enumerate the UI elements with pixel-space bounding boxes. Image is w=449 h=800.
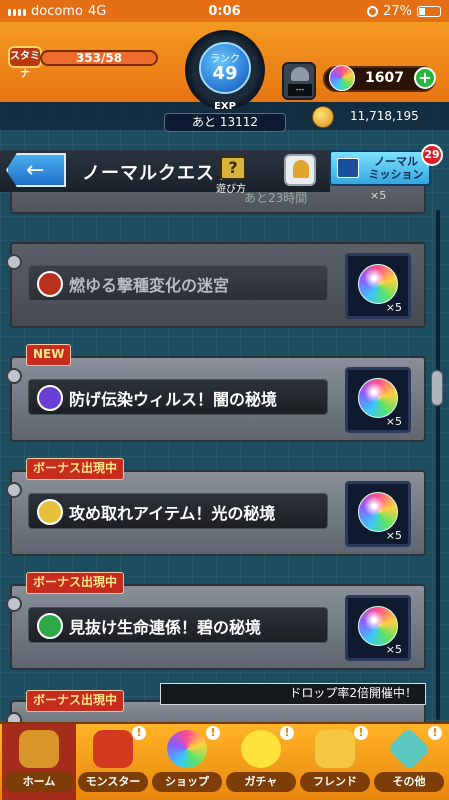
reward-box: ×5 <box>345 481 411 547</box>
shop-screen: --- <box>288 84 312 96</box>
faded-reward-count: ×5 <box>370 189 387 202</box>
bonus-tag: ボーナス出現中 <box>26 690 125 712</box>
stamina-icon: スタミナ <box>8 46 42 80</box>
help-button[interactable]: ? <box>220 156 246 180</box>
orb-icon <box>358 378 398 418</box>
help-label: 遊び方 <box>216 184 246 195</box>
mission-book-icon <box>337 158 359 178</box>
quest-card[interactable]: 見抜け生命連係！碧の秘境 ×5 <box>6 584 426 670</box>
card-dot <box>6 596 22 612</box>
light-element-icon <box>37 499 63 525</box>
monster-icon <box>93 730 133 768</box>
bottom-tab-bar: ホーム ! モンスター ! ショップ ! ガチャ ! フレンド ! その他 <box>0 722 449 800</box>
battery-percent: 27% <box>383 3 412 19</box>
reward-box: ×5 <box>345 253 411 319</box>
orb-icon <box>167 730 207 768</box>
buy-orb-button[interactable]: + <box>414 67 436 89</box>
card-dot <box>6 368 22 384</box>
quest-card[interactable]: 防げ伝染ウィルス！闇の秘境 ×5 <box>6 356 426 442</box>
mission-label: ノーマル ミッション <box>368 155 424 181</box>
quest-card[interactable]: 攻め取れアイテム！光の秘境 ×5 <box>6 470 426 556</box>
alert-badge: ! <box>354 726 368 740</box>
scrollbar-thumb[interactable] <box>431 370 443 406</box>
tab-other[interactable]: ! その他 <box>372 724 446 800</box>
new-tag: NEW <box>26 344 72 366</box>
quest-label: 攻め取れアイテム！光の秘境 <box>28 493 328 529</box>
tab-label: ガチャ <box>226 772 296 792</box>
card-dot <box>6 482 22 498</box>
scrollbar-track <box>436 210 440 720</box>
bell-icon <box>293 160 309 178</box>
tab-gacha[interactable]: ! ガチャ <box>224 724 298 800</box>
tab-monster[interactable]: ! モンスター <box>76 724 150 800</box>
fire-element-icon <box>37 271 63 297</box>
bonus-tag: ボーナス出現中 <box>26 572 125 594</box>
drop-rate-banner: ドロップ率2倍開催中！ <box>160 683 426 705</box>
exp-label: EXP <box>214 101 236 112</box>
home-icon <box>19 730 59 768</box>
tab-home[interactable]: ホーム <box>2 724 76 800</box>
alert-badge: ! <box>132 726 146 740</box>
reward-box: ×5 <box>345 367 411 433</box>
quest-label: 見抜け生命連係！碧の秘境 <box>28 607 328 643</box>
tab-label: その他 <box>374 772 444 792</box>
alert-badge: ! <box>280 726 294 740</box>
orb-icon <box>358 264 398 304</box>
gold-amount: 11,718,195 <box>350 109 419 123</box>
orb-count: 1607 <box>365 70 404 86</box>
alarm-icon <box>367 5 379 17</box>
friend-icon <box>315 730 355 768</box>
alert-badge: ! <box>206 726 220 740</box>
wood-element-icon <box>37 613 63 639</box>
status-bar: docomo 4G 0:06 27% <box>0 0 449 22</box>
orb-icon <box>358 492 398 532</box>
quest-title: 攻め取れアイテム！光の秘境 <box>69 504 276 523</box>
quest-title: 防げ伝染ウィルス！闇の秘境 <box>69 390 278 409</box>
reward-box: ×5 <box>345 595 411 661</box>
tab-label: フレンド <box>300 772 370 792</box>
battery-icon <box>417 5 441 17</box>
card-dot <box>6 254 22 270</box>
gacha-icon <box>241 730 281 768</box>
back-button[interactable]: ← <box>6 153 66 187</box>
mission-count-badge: 29 <box>421 144 443 166</box>
stamina-bar[interactable]: 353/58 <box>40 50 158 66</box>
bonus-tag: ボーナス出現中 <box>26 458 125 480</box>
dark-element-icon <box>37 385 63 411</box>
alert-badge: ! <box>428 726 442 740</box>
rank-badge[interactable]: ランク 49 <box>185 30 265 110</box>
orb-icon <box>329 65 355 91</box>
quest-label: 燃ゆる撃種変化の迷宮 <box>28 265 328 301</box>
tab-shop[interactable]: ! ショップ <box>150 724 224 800</box>
orb-icon <box>358 606 398 646</box>
tab-label: ショップ <box>152 772 222 792</box>
reward-count: ×5 <box>385 301 402 314</box>
quest-label: 防げ伝染ウィルス！闇の秘境 <box>28 379 328 415</box>
quest-card[interactable]: 燃ゆる撃種変化の迷宮 ×5 <box>6 242 426 328</box>
bell-button[interactable] <box>284 154 316 186</box>
tab-label: モンスター <box>78 772 148 792</box>
rank-value: 49 <box>212 63 238 84</box>
gold-coin-icon <box>312 106 334 128</box>
tab-label: ホーム <box>4 772 74 792</box>
other-icon <box>386 726 432 772</box>
quest-title: 見抜け生命連係！碧の秘境 <box>69 618 262 637</box>
reward-count: ×5 <box>385 415 402 428</box>
page-title: ノーマルクエスト <box>82 163 234 184</box>
reward-count: ×5 <box>385 643 402 656</box>
stamina-value: 353/58 <box>75 51 123 65</box>
tab-friend[interactable]: ! フレンド <box>298 724 372 800</box>
normal-mission-button[interactable]: ノーマル ミッション <box>329 150 431 186</box>
item-shop-icon[interactable]: --- <box>282 62 316 100</box>
exp-remaining: あと 13112 <box>164 113 286 132</box>
quest-title: 燃ゆる撃種変化の迷宮 <box>69 276 230 295</box>
reward-count: ×5 <box>385 529 402 542</box>
left-arrow-icon: ← <box>26 158 45 183</box>
